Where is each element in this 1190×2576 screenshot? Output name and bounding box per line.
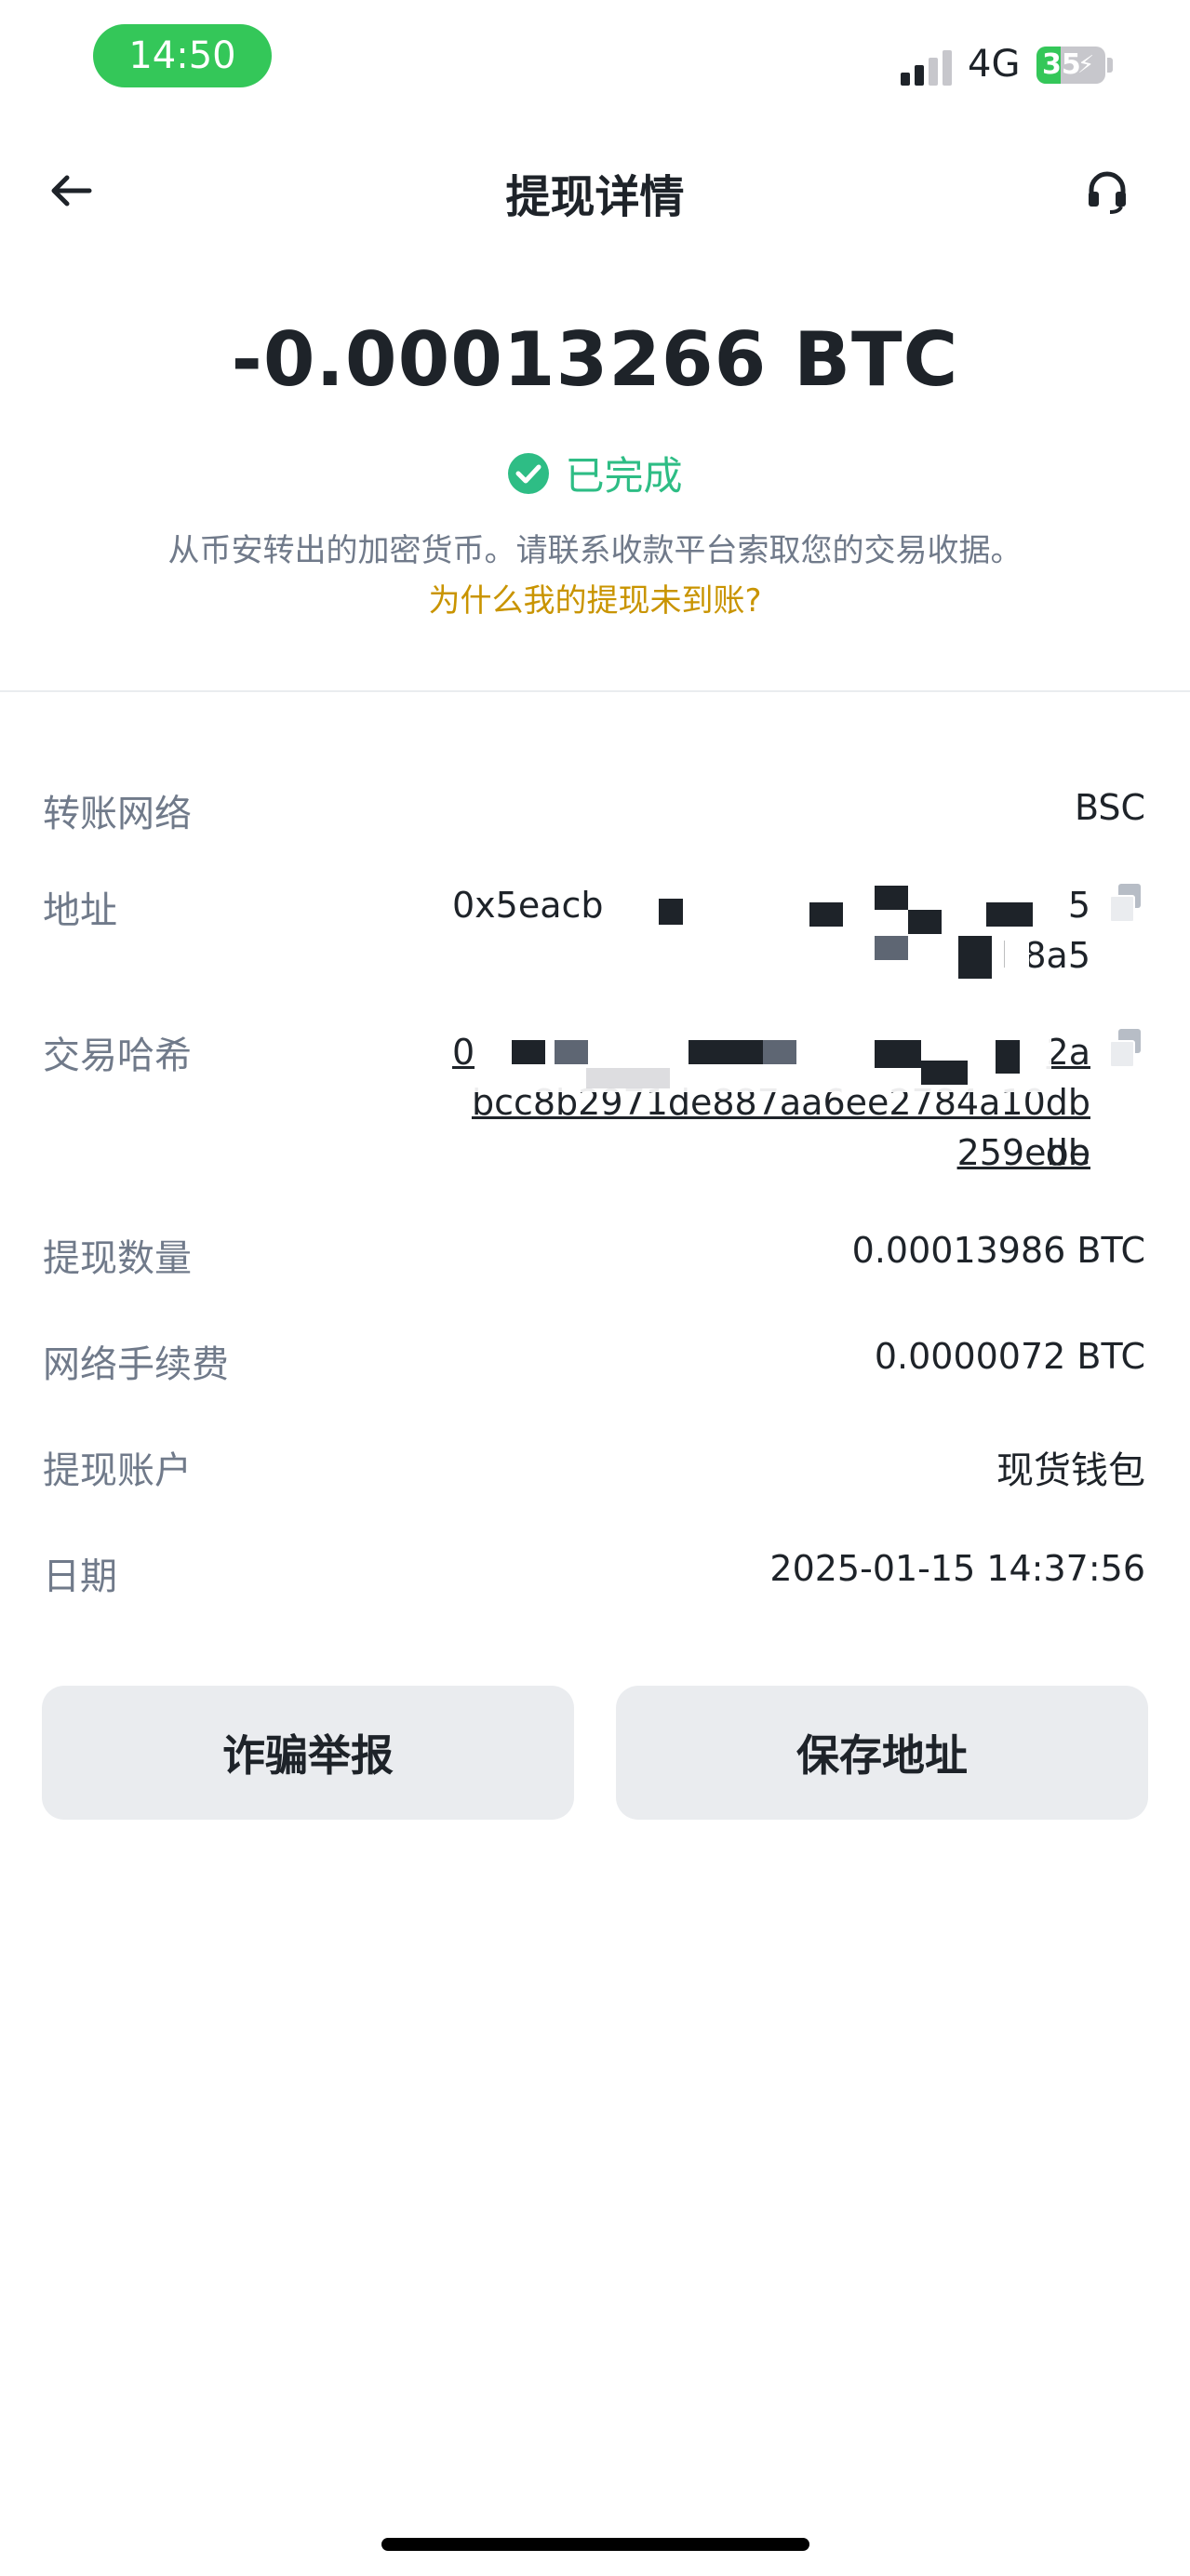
- battery-nub: [1107, 58, 1113, 73]
- support-button[interactable]: [1070, 160, 1144, 221]
- page-title: 提现详情: [505, 171, 685, 223]
- network-type: 4G: [968, 43, 1021, 86]
- signal-icon: [901, 48, 956, 86]
- address-line-1-end: 5: [1067, 885, 1090, 926]
- save-address-button[interactable]: 保存地址: [616, 1686, 1148, 1820]
- divider: [0, 690, 1190, 692]
- network-value: BSC: [1074, 787, 1145, 828]
- account-value: 现货钱包: [996, 1449, 1145, 1492]
- fee-label: 网络手续费: [43, 1343, 229, 1386]
- fee-value: 0.0000072 BTC: [874, 1336, 1145, 1377]
- status-row: 已完成: [0, 445, 1190, 501]
- status-bar: 14:50 4G 35 ⚡: [0, 0, 1190, 121]
- tx-hash-redaction-mosaic: [475, 1033, 1051, 1098]
- amount-value: 0.00013986 BTC: [851, 1230, 1145, 1271]
- status-time: 14:50: [93, 24, 272, 87]
- withdrawal-amount: -0.00013266 BTC: [231, 316, 959, 403]
- network-label: 转账网络: [43, 793, 192, 835]
- date-label: 日期: [43, 1555, 117, 1598]
- charging-bolt-icon: ⚡: [1077, 51, 1095, 79]
- address-redaction-mosaic: [595, 886, 1042, 988]
- header: 提现详情: [0, 140, 1190, 242]
- amount-label: 提现数量: [43, 1237, 192, 1280]
- address-label: 地址: [43, 889, 117, 932]
- copy-tx-hash-button[interactable]: [1109, 1029, 1143, 1068]
- report-fraud-button[interactable]: 诈骗举报: [42, 1686, 574, 1820]
- home-indicator: [381, 2538, 809, 2551]
- battery-percent: 35: [1042, 48, 1081, 81]
- tx-hash-label: 交易哈希: [43, 1034, 192, 1077]
- headset-icon: [1089, 171, 1126, 214]
- help-link[interactable]: 为什么我的提现未到账?: [0, 575, 1190, 621]
- tx-hash-line-3[interactable]: 259ebe: [452, 1128, 1090, 1178]
- account-label: 提现账户: [43, 1449, 192, 1492]
- check-circle-icon: [508, 452, 550, 494]
- date-value: 2025-01-15 14:37:56: [769, 1548, 1145, 1589]
- description-text: 从币安转出的加密货币。请联系收款平台索取您的交易收据。: [167, 532, 1023, 569]
- status-text: 已完成: [565, 453, 683, 499]
- copy-address-button[interactable]: [1109, 884, 1143, 923]
- battery-icon: 35 ⚡: [1036, 47, 1105, 84]
